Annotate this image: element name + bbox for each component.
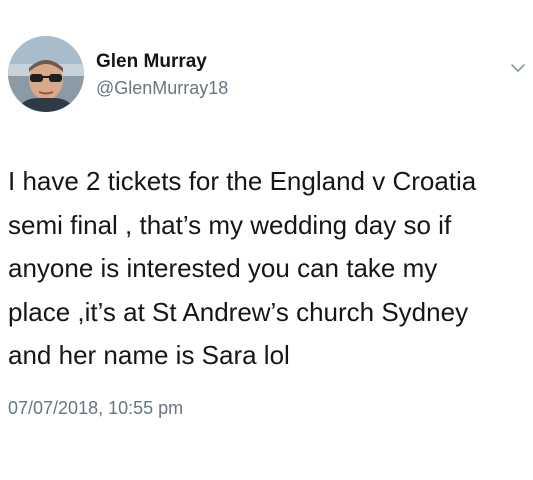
tweet-card: Glen Murray @GlenMurray18 I have 2 ticke…	[0, 0, 533, 480]
tweet-text: I have 2 tickets for the England v Croat…	[8, 160, 528, 378]
tweet-text-line: semi final , that’s my wedding day so if	[8, 209, 452, 240]
author-handle[interactable]: @GlenMurray18	[96, 78, 228, 99]
tweet-text-line: anyone is interested you can take my	[8, 253, 438, 283]
tweet-text-line: and her name is Sara lol	[8, 340, 290, 370]
tweet-text-line: place ,it’s at St Andrew’s church Sydney	[8, 296, 469, 327]
tweet-text-line: I have 2 tickets for the England v Croat…	[8, 166, 477, 196]
avatar-photo	[8, 36, 84, 112]
author-name[interactable]: Glen Murray	[96, 51, 207, 73]
tweet-timestamp[interactable]: 07/07/2018, 10:55 pm	[8, 398, 183, 419]
author-avatar[interactable]	[8, 36, 84, 112]
chevron-down-icon[interactable]	[510, 62, 526, 74]
